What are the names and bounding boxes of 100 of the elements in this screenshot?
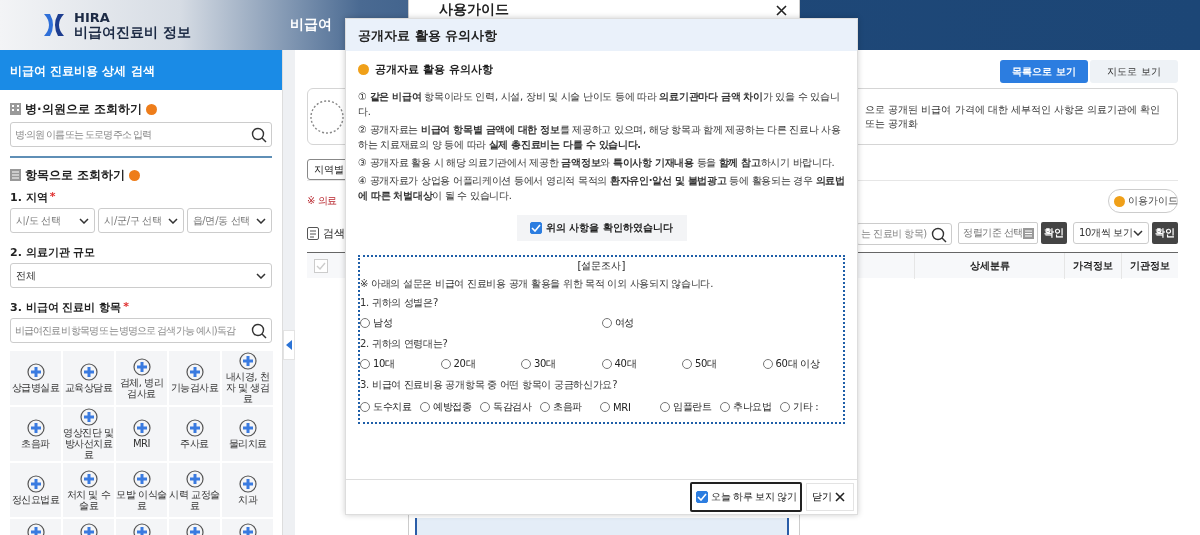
radio-option[interactable]: 기타 : <box>780 400 843 414</box>
radio-option[interactable]: 도수치료 <box>360 400 420 414</box>
confirm-button[interactable]: 확인 <box>1152 222 1178 244</box>
radio-option[interactable]: 30대 <box>521 357 602 371</box>
guide-button[interactable]: 이용가이드 <box>1108 189 1178 213</box>
logo-text: HIRA <box>74 10 111 25</box>
triangle-left-icon <box>286 340 292 350</box>
category-tile[interactable]: 치과 <box>222 463 273 517</box>
checkbox[interactable] <box>530 222 542 234</box>
radio-option[interactable]: 40대 <box>601 357 682 371</box>
column-header: 상세분류 <box>914 252 1064 279</box>
medical-cross-icon <box>185 363 204 381</box>
radio-option[interactable]: 50대 <box>682 357 763 371</box>
category-tile[interactable]: 교육상담료 <box>63 351 114 405</box>
results-title: 검색 <box>323 225 345 241</box>
search-field[interactable]: 병·의원 이름 또는 도로명 주소 입력 <box>10 122 272 147</box>
radio-option[interactable]: 여성 <box>601 316 843 330</box>
radio-option[interactable]: 독감검사 <box>480 400 540 414</box>
category-tile[interactable]: 물리치료 <box>222 407 273 461</box>
view-tab[interactable]: 목록으로 보기 <box>1000 60 1088 83</box>
radio-option[interactable]: 60대 이상 <box>762 357 843 371</box>
document-icon <box>10 169 21 181</box>
medical-cross-icon <box>132 419 151 437</box>
radio-option[interactable]: 10대 <box>360 357 441 371</box>
radio-button[interactable] <box>420 402 430 412</box>
radio-button[interactable] <box>360 359 370 369</box>
checkbox[interactable] <box>696 491 708 503</box>
category-tile[interactable]: 정신요법료 <box>10 463 61 517</box>
medical-cross-icon <box>185 523 204 535</box>
search-field[interactable]: 비급여진료비 항목명 또는 병명으로 검색 가능 예시)독감 <box>10 318 272 343</box>
confirm-button[interactable]: 확인 <box>1041 222 1067 244</box>
check-icon <box>697 493 707 501</box>
radio-button[interactable] <box>480 402 490 412</box>
medical-cross-icon <box>132 357 151 376</box>
radio-option[interactable]: 추나요법 <box>720 400 780 414</box>
dropdown[interactable]: 전체 <box>10 263 272 288</box>
category-tile[interactable]: 내시경, 천자 및 생검료 <box>222 351 273 405</box>
close-icon <box>776 4 787 16</box>
chevron-down-icon <box>167 217 178 224</box>
radio-button[interactable] <box>601 318 612 328</box>
radio-option[interactable]: 20대 <box>440 357 521 371</box>
survey-question: 3. 비급여 진료비용 공개항목 중 어떤 항목이 궁금하신가요? <box>360 378 619 392</box>
radio-option[interactable]: 초음파 <box>540 400 600 414</box>
medical-cross-icon <box>79 523 98 535</box>
medical-cross-icon <box>26 419 45 437</box>
category-tile[interactable]: MRI <box>116 407 167 461</box>
dropdown[interactable]: 읍/면/동 선택 <box>186 208 272 233</box>
field-label: 3. 비급여 진료비 항목 <box>10 300 122 315</box>
check-icon <box>531 224 541 232</box>
radio-button[interactable] <box>360 318 370 328</box>
category-tile[interactable]: 주사료 <box>169 407 220 461</box>
category-tile[interactable]: 처치 및 수술료 <box>63 463 114 517</box>
category-tile[interactable]: 시력 교정술료 <box>169 463 220 517</box>
survey-title: [설문조사] <box>576 259 627 273</box>
radio-button[interactable] <box>601 359 612 369</box>
warning-icon <box>358 64 369 75</box>
chevron-down-icon <box>256 272 266 279</box>
radio-option[interactable]: 남성 <box>360 316 602 330</box>
nav-title[interactable]: 비급여 <box>290 16 332 34</box>
confirm-checkbox[interactable]: 위의 사항을 확인하였습니다 <box>516 215 687 241</box>
list-icon <box>1023 227 1034 239</box>
category-tile[interactable]: 초음파 <box>10 407 61 461</box>
close-button[interactable]: 닫기 <box>806 483 854 511</box>
radio-button[interactable] <box>521 359 531 369</box>
help-icon[interactable] <box>145 103 157 115</box>
help-icon[interactable] <box>129 169 141 181</box>
close-button[interactable] <box>776 4 787 16</box>
chevron-down-icon <box>1133 230 1143 236</box>
radio-button[interactable] <box>720 402 730 412</box>
dialog-title: 공개자료 활용 유의사항 <box>346 19 857 51</box>
radio-option[interactable]: 예방접종 <box>420 400 480 414</box>
radio-button[interactable] <box>780 402 790 412</box>
view-tab[interactable]: 지도로 보기 <box>1090 60 1178 83</box>
medical-cross-icon <box>185 469 204 488</box>
sort-field[interactable]: 정렬기준 선택 <box>958 222 1038 244</box>
category-tile[interactable]: 영상진단 및 방사선치료료 <box>63 407 114 461</box>
dismiss-today-checkbox[interactable]: 오늘 하루 보지 않기 <box>690 482 802 512</box>
radio-button[interactable] <box>660 402 670 412</box>
category-tile[interactable]: 기능검사료 <box>169 351 220 405</box>
dropdown[interactable]: 10개씩 보기 <box>1073 222 1149 244</box>
search-field[interactable]: 는 진료비 항목) <box>856 222 952 245</box>
radio-button[interactable] <box>360 402 370 412</box>
radio-option[interactable]: MRI <box>600 401 660 413</box>
category-tile[interactable]: 모발 이식술료 <box>116 463 167 517</box>
radio-button[interactable] <box>440 359 451 369</box>
radio-button[interactable] <box>682 359 692 369</box>
medical-cross-icon <box>238 475 257 493</box>
category-tile[interactable]: 검체, 병리 검사료 <box>116 351 167 405</box>
collapse-handle[interactable] <box>283 330 295 360</box>
dropdown[interactable]: 시/군/구 선택 <box>98 208 184 233</box>
column-header: 가격정보 <box>1064 252 1121 279</box>
medical-cross-icon <box>26 363 45 381</box>
radio-option[interactable]: 임플란트 <box>660 400 720 414</box>
medical-cross-icon <box>185 419 204 437</box>
radio-button[interactable] <box>600 402 610 412</box>
category-tile[interactable]: 상급병실료 <box>10 351 61 405</box>
radio-button[interactable] <box>540 402 550 412</box>
dropdown[interactable]: 시/도 선택 <box>10 208 96 233</box>
header-checkbox[interactable] <box>314 258 328 273</box>
radio-button[interactable] <box>762 359 773 369</box>
